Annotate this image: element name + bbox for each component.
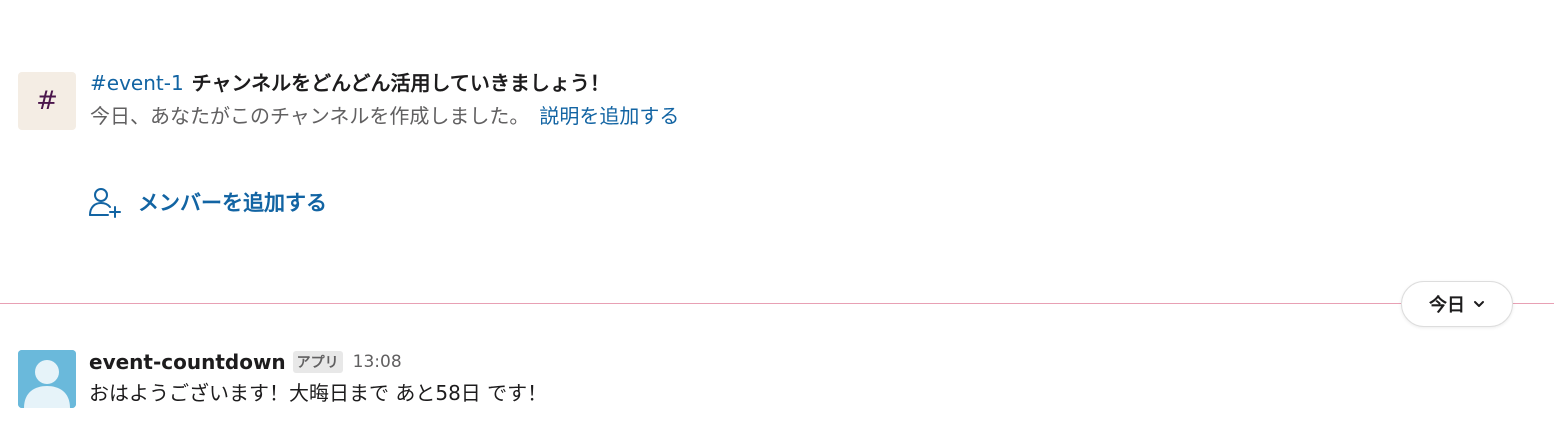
channel-view: # #event-1 チャンネルをどんどん活用していきましょう！ 今日、あなたがこ… (0, 0, 1554, 436)
intro-subtitle: 今日、あなたがこのチャンネルを作成しました。 説明を追加する (90, 103, 679, 129)
intro-title: #event-1 チャンネルをどんどん活用していきましょう！ (90, 71, 679, 95)
avatar[interactable] (18, 350, 76, 408)
date-divider-line (0, 303, 1554, 304)
sender-name[interactable]: event-countdown (89, 350, 286, 374)
app-badge: アプリ (292, 351, 343, 373)
intro-text: #event-1 チャンネルをどんどん活用していきましょう！ 今日、あなたがこのチ… (90, 71, 679, 129)
add-member-label: メンバーを追加する (138, 191, 327, 215)
channel-hash-icon: # (18, 72, 76, 130)
message-timestamp[interactable]: 13:08 (353, 352, 402, 372)
channel-hash-glyph: # (36, 86, 58, 116)
channel-intro: # #event-1 チャンネルをどんどん活用していきましょう！ 今日、あなたがこ… (18, 71, 679, 130)
message-item: event-countdown アプリ 13:08 おはようございます！大晦日ま… (18, 350, 547, 408)
intro-subtitle-text: 今日、あなたがこのチャンネルを作成しました。 (90, 104, 530, 128)
intro-title-text: チャンネルをどんどん活用していきましょう！ (191, 71, 610, 95)
add-description-link[interactable]: 説明を追加する (539, 104, 679, 128)
add-member-button[interactable]: メンバーを追加する (88, 185, 327, 219)
add-user-icon (88, 185, 122, 219)
date-jump-button[interactable]: 今日 (1401, 281, 1513, 327)
message-header: event-countdown アプリ 13:08 (89, 350, 547, 374)
date-label: 今日 (1429, 295, 1465, 316)
channel-name-link[interactable]: #event-1 (90, 71, 184, 95)
chevron-down-icon (1473, 300, 1485, 308)
message-text: おはようございます！大晦日まで あと58日 です！ (89, 381, 548, 405)
message-body: event-countdown アプリ 13:08 おはようございます！大晦日ま… (89, 350, 547, 406)
